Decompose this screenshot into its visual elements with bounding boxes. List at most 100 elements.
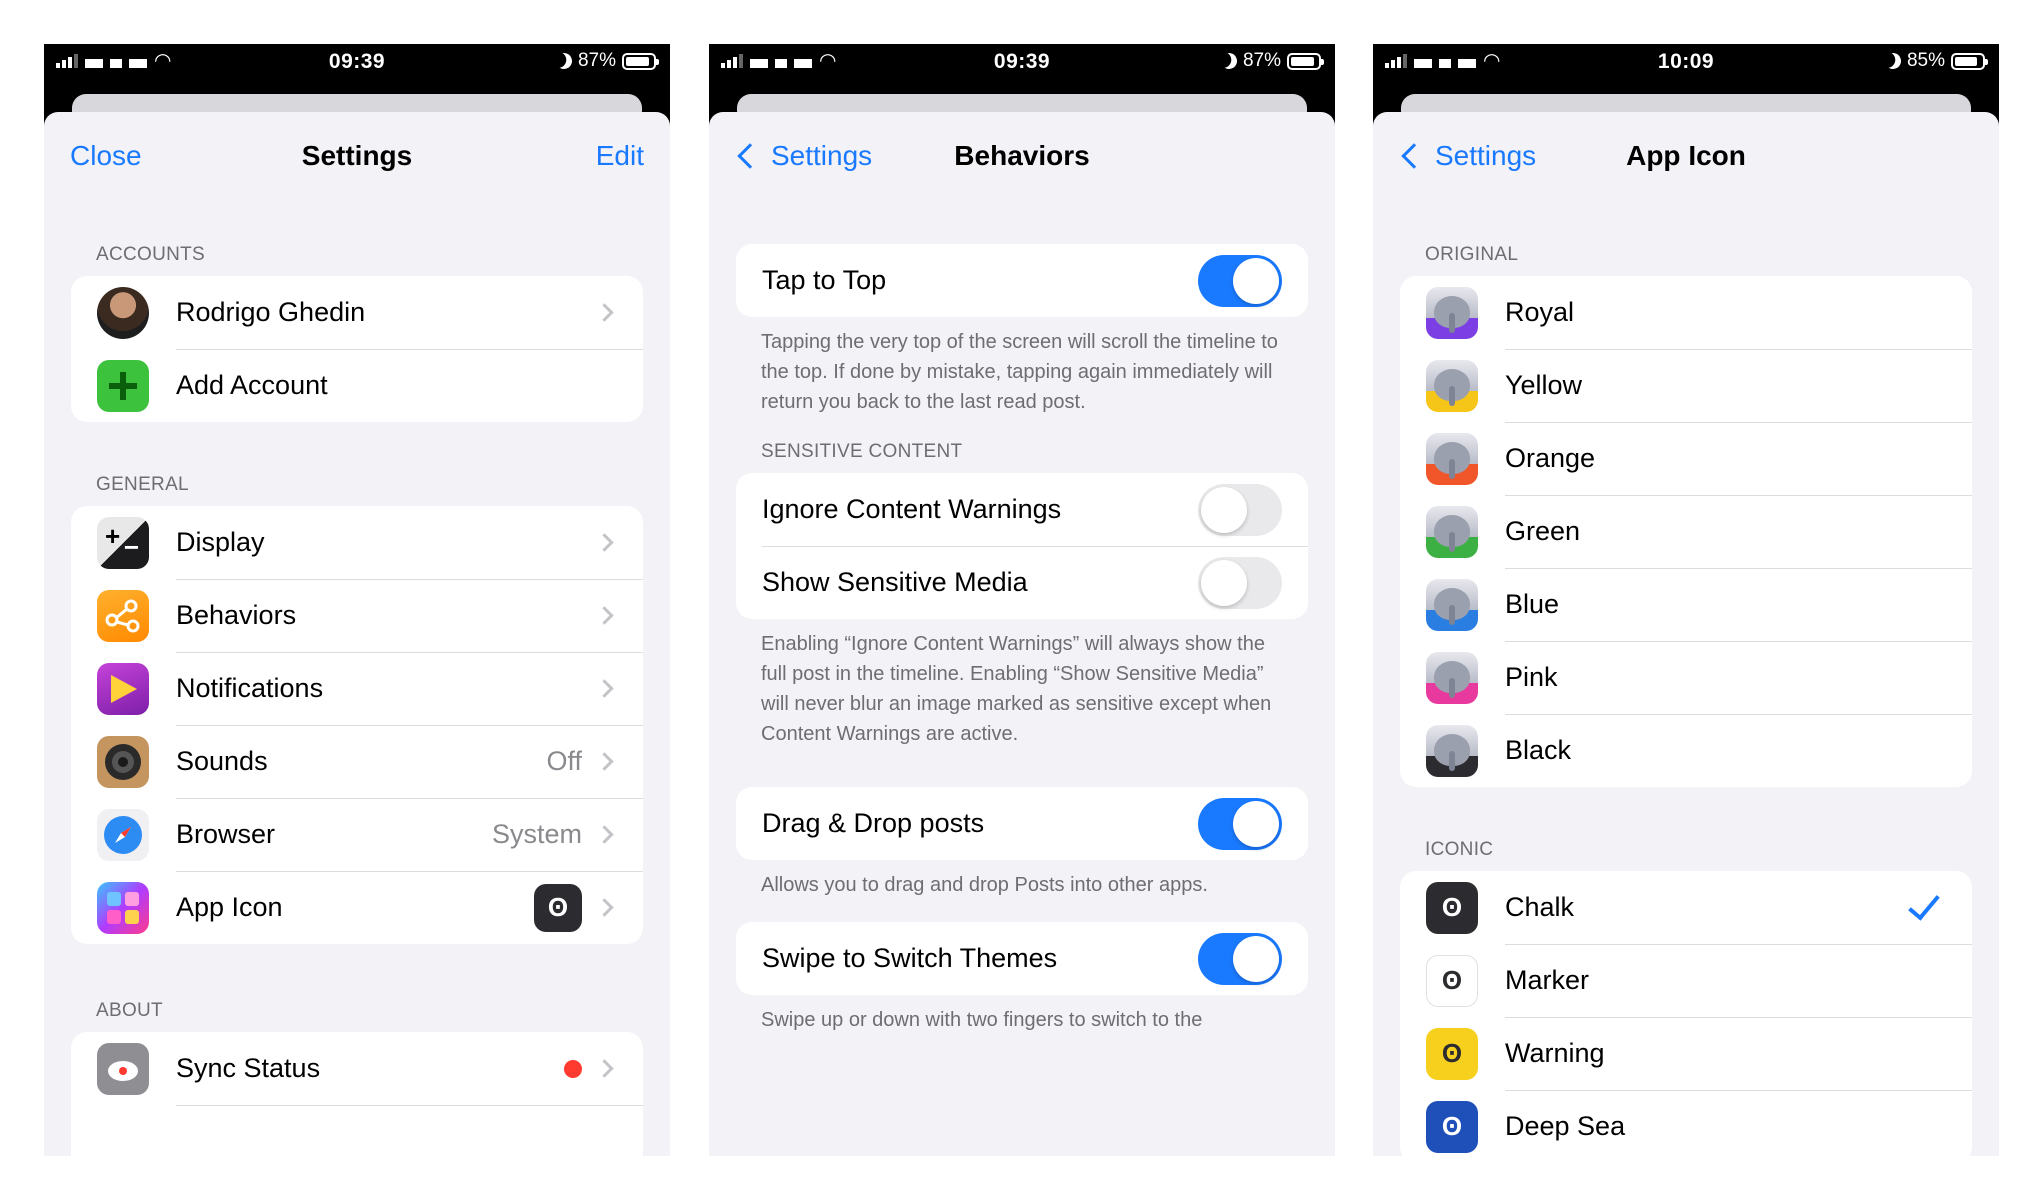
show-sensitive-media-toggle[interactable] xyxy=(1198,556,1282,609)
tap-to-top-footer: Tapping the very top of the screen will … xyxy=(761,331,1278,413)
icon-option-chalk[interactable]: ʘ Chalk xyxy=(1400,871,1972,944)
chevron-right-icon xyxy=(595,825,614,844)
icon-option-label: Royal xyxy=(1505,297,1575,327)
status-bar: ◠ 09:39 87% xyxy=(44,44,670,96)
battery-icon xyxy=(622,52,659,70)
section-header-iconic: ICONIC xyxy=(1425,839,1494,860)
notifications-icon xyxy=(97,662,149,715)
icon-option-deep-sea[interactable]: ʘ Deep Sea xyxy=(1400,1090,1972,1156)
icon-option-black[interactable]: Black xyxy=(1400,714,1972,787)
battery-icon xyxy=(1951,52,1988,70)
icon-option-label: Orange xyxy=(1505,443,1596,473)
section-header-sensitive: SENSITIVE CONTENT xyxy=(761,441,963,462)
add-account-label: Add Account xyxy=(176,370,328,400)
icon-option-yellow[interactable]: Yellow xyxy=(1400,349,1972,422)
settings-item-display[interactable]: + − Display xyxy=(71,506,643,579)
icon-option-royal[interactable]: Royal xyxy=(1400,276,1972,349)
settings-item-sounds[interactable]: Sounds Off xyxy=(71,725,643,798)
drag-drop-label: Drag & Drop posts xyxy=(762,808,985,838)
elephant-icon xyxy=(1426,724,1478,777)
icon-option-warning[interactable]: ʘ Warning xyxy=(1400,1017,1972,1090)
settings-item-behaviors[interactable]: Behaviors xyxy=(71,579,643,652)
speaker-icon xyxy=(97,735,149,788)
list-item[interactable] xyxy=(71,1105,643,1156)
swipe-themes-label: Swipe to Switch Themes xyxy=(762,943,1058,973)
sensitive-group: Ignore Content Warnings Show Sensitive M… xyxy=(736,473,1308,619)
behaviors-label: Behaviors xyxy=(176,600,297,630)
elephant-icon xyxy=(1426,286,1478,339)
page-title: App Icon xyxy=(1626,140,1746,171)
original-icons-group: Royal Yellow Orange Green Blue Pink Black xyxy=(1400,276,1972,787)
nav-bar: Settings App Icon xyxy=(1373,112,1999,202)
account-row[interactable]: Rodrigo Ghedin xyxy=(71,276,643,349)
display-label: Display xyxy=(176,527,265,557)
chevron-right-icon xyxy=(595,303,614,322)
section-header-general: GENERAL xyxy=(96,474,189,495)
icon-option-pink[interactable]: Pink xyxy=(1400,641,1972,714)
section-header-accounts: ACCOUNTS xyxy=(96,244,206,265)
settings-item-sync-status[interactable]: Sync Status xyxy=(71,1032,643,1105)
swipe-themes-footer: Swipe up or down with two fingers to swi… xyxy=(761,1009,1203,1031)
ignore-content-warnings-toggle[interactable] xyxy=(1198,483,1282,536)
chevron-right-icon xyxy=(595,1059,614,1078)
drag-drop-group: Drag & Drop posts xyxy=(736,787,1308,860)
icon-option-label: Yellow xyxy=(1505,370,1583,400)
nav-bar: Settings Behaviors xyxy=(709,112,1335,202)
icon-option-orange[interactable]: Orange xyxy=(1400,422,1972,495)
drag-drop-toggle[interactable] xyxy=(1198,797,1282,850)
tap-to-top-toggle[interactable] xyxy=(1198,254,1282,307)
edit-button[interactable]: Edit xyxy=(596,140,644,172)
moon-icon xyxy=(554,51,575,72)
icon-option-label: Black xyxy=(1505,735,1572,765)
battery-percent: 85% xyxy=(1906,50,1945,71)
tap-to-top-group: Tap to Top xyxy=(736,244,1308,317)
icon-option-marker[interactable]: ʘ Marker xyxy=(1400,944,1972,1017)
nav-bar: Close Settings Edit xyxy=(44,112,670,202)
section-header-original: ORIGINAL xyxy=(1425,244,1519,265)
page-title: Settings xyxy=(301,140,413,171)
icon-option-label: Deep Sea xyxy=(1505,1111,1626,1141)
about-group: Sync Status xyxy=(71,1032,643,1156)
app-icon-screen: ◠ 10:09 85% Settings App Icon ORIGINAL R… xyxy=(1373,44,1999,1156)
sync-status-dot xyxy=(564,1059,582,1078)
elephant-icon xyxy=(1426,432,1478,485)
compass-icon xyxy=(97,808,149,861)
settings-item-browser[interactable]: Browser System xyxy=(71,798,643,871)
general-group: + − Display Behaviors Notifications Soun… xyxy=(71,506,643,944)
chevron-right-icon xyxy=(595,606,614,625)
chevron-right-icon xyxy=(595,533,614,552)
settings-item-notifications[interactable]: Notifications xyxy=(71,652,643,725)
sensitive-footer: Enabling “Ignore Content Warnings” will … xyxy=(761,633,1272,745)
behaviors-icon xyxy=(97,589,149,642)
logo-glyph: ʘ xyxy=(1441,1038,1463,1068)
browser-value: System xyxy=(491,819,582,849)
app-grid-icon xyxy=(97,881,149,934)
tap-to-top-label: Tap to Top xyxy=(762,265,887,295)
icon-option-blue[interactable]: Blue xyxy=(1400,568,1972,641)
status-bar: ◠ 10:09 85% xyxy=(1373,44,1999,96)
logo-glyph: ʘ xyxy=(1441,965,1463,995)
account-name: Rodrigo Ghedin xyxy=(176,297,366,327)
cloud-icon xyxy=(97,1042,149,1095)
swipe-themes-toggle[interactable] xyxy=(1198,932,1282,985)
mastodon-logo-icon: ʘ xyxy=(1426,1027,1478,1080)
ignore-content-warnings-row: Ignore Content Warnings xyxy=(736,473,1308,546)
chalk-preview-icon: ʘ xyxy=(534,883,582,932)
status-bar: ◠ 09:39 87% xyxy=(709,44,1335,96)
moon-icon xyxy=(1219,51,1240,72)
icon-option-green[interactable]: Green xyxy=(1400,495,1972,568)
sheet: Close Settings Edit ACCOUNTS Rodrigo Ghe… xyxy=(44,112,670,1156)
settings-item-app-icon[interactable]: App Icon ʘ xyxy=(71,871,643,944)
app-icon-label: App Icon xyxy=(176,892,283,922)
mastodon-logo-icon: ʘ xyxy=(1426,954,1478,1007)
drag-drop-row: Drag & Drop posts xyxy=(736,787,1308,860)
elephant-icon xyxy=(1426,505,1478,558)
icon-option-label: Pink xyxy=(1505,662,1558,692)
page-title: Behaviors xyxy=(954,140,1090,171)
add-account-row[interactable]: Add Account xyxy=(71,349,643,422)
moon-icon xyxy=(1883,51,1904,72)
logo-glyph: ʘ xyxy=(1441,1111,1463,1141)
elephant-icon xyxy=(1426,651,1478,704)
sync-status-label: Sync Status xyxy=(176,1053,321,1083)
plus-icon xyxy=(97,359,149,412)
